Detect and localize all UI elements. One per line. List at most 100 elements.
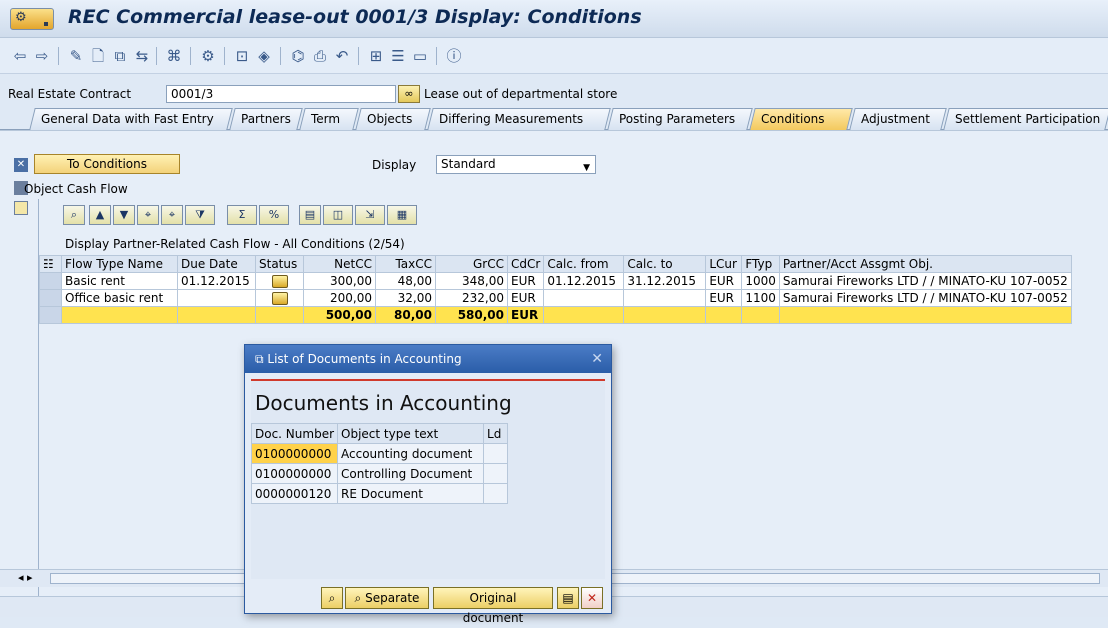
tab-general-data[interactable]: General Data with Fast Entry (29, 108, 233, 130)
display-change-icon[interactable]: ✎ (66, 46, 86, 66)
overview-icon[interactable]: ⌘ (164, 46, 184, 66)
column-lcur[interactable]: LCur (705, 255, 743, 273)
row-selector[interactable] (39, 306, 62, 324)
copy-icon[interactable]: ⧉ (110, 46, 130, 66)
row-selector[interactable] (39, 289, 62, 307)
back-icon[interactable]: ⇦ (10, 46, 30, 66)
tab-posting-parameters[interactable]: Posting Parameters (607, 108, 753, 130)
separate-button[interactable]: ⌕ Separate (345, 587, 429, 609)
object-cash-flow-label[interactable]: Object Cash Flow (24, 182, 128, 196)
tab-adjustment[interactable]: Adjustment (849, 108, 947, 130)
cancel-icon[interactable]: ✕ (581, 587, 603, 609)
table-row[interactable]: Basic rent 01.12.2015 300,00 48,00 348,0… (39, 272, 1072, 290)
original-document-button[interactable]: Original document (433, 587, 553, 625)
other-object-icon[interactable]: ⇆ (132, 46, 152, 66)
cell-ld (483, 483, 509, 504)
column-object-type[interactable]: Object type text (337, 423, 485, 444)
layout-icon[interactable]: ▭ (410, 46, 430, 66)
forward-icon[interactable]: ⇨ (32, 46, 52, 66)
column-status[interactable]: Status (255, 255, 304, 273)
cell-doc-number[interactable]: 0100000000 (250, 463, 339, 484)
info-icon[interactable]: ⓘ (444, 46, 464, 66)
tab-term[interactable]: Term (299, 108, 359, 130)
column-net[interactable]: NetCC (303, 255, 376, 273)
column-ftyp[interactable]: FTyp (741, 255, 780, 273)
contract-header: Real Estate Contract 0001/3 ∞ Lease out … (0, 84, 1108, 104)
contract-details-icon[interactable]: ∞ (398, 85, 420, 103)
dialog-window-icon: ⧉ (255, 352, 268, 366)
views-icon[interactable]: ◫ (323, 205, 353, 225)
column-tax[interactable]: TaxCC (375, 255, 436, 273)
filter-icon[interactable]: ⧩ (185, 205, 215, 225)
status-icon[interactable] (271, 275, 288, 288)
export-icon[interactable]: ⇲ (355, 205, 385, 225)
cell-doc-number[interactable]: 0100000000 (250, 443, 339, 464)
contract-description: Lease out of departmental store (424, 87, 618, 101)
find-next-icon[interactable]: ⌖ (161, 205, 183, 225)
close-icon[interactable]: ✕ (591, 345, 603, 373)
document-flow-icon[interactable]: ☰ (388, 46, 408, 66)
status-icon[interactable] (271, 292, 288, 305)
column-due-date[interactable]: Due Date (177, 255, 256, 273)
window-title: REC Commercial lease-out 0001/3 Display:… (68, 6, 642, 28)
system-menu-icon[interactable]: ⚙ (10, 8, 54, 30)
tab-settlement-participation[interactable]: Settlement Participation (943, 108, 1108, 130)
table-row[interactable]: 0000000120 RE Document (250, 483, 509, 504)
contract-number-field[interactable]: 0001/3 (166, 85, 396, 103)
dialog-title-bar[interactable]: ⧉ List of Documents in Accounting ✕ (245, 345, 611, 373)
sort-descending-icon[interactable]: ▼ (113, 205, 135, 225)
table-row[interactable]: Office basic rent 200,00 32,00 232,00 EU… (39, 289, 1072, 307)
select-all-icon[interactable]: ☷ (39, 255, 62, 273)
table-row[interactable]: 0100000000 Accounting document (250, 443, 509, 464)
tab-differing-measurements[interactable]: Differing Measurements (427, 108, 611, 130)
hierarchy-icon[interactable]: ⊞ (366, 46, 386, 66)
choose-icon[interactable]: ⌕ (321, 587, 343, 609)
settings-icon[interactable]: ⚙ (198, 46, 218, 66)
column-flow-type[interactable]: Flow Type Name (61, 255, 178, 273)
contract-label: Real Estate Contract (8, 87, 132, 101)
cell-status[interactable] (255, 289, 304, 307)
column-calc-to[interactable]: Calc. to (623, 255, 707, 273)
collapse-icon[interactable]: ✕ (14, 158, 28, 172)
cash-flow-icon[interactable] (14, 201, 28, 215)
simulate-icon[interactable]: ◈ (254, 46, 274, 66)
totals-row: 500,00 80,00 580,00 EUR (39, 306, 1072, 324)
tab-objects[interactable]: Objects (355, 108, 431, 130)
tab-conditions[interactable]: Conditions (749, 108, 853, 130)
total-gross: 580,00 (435, 306, 508, 324)
tab-partners[interactable]: Partners (229, 108, 303, 130)
cell-due-date (177, 289, 256, 307)
column-calc-from[interactable]: Calc. from (543, 255, 625, 273)
row-selector[interactable] (39, 272, 62, 290)
layout-grid-icon[interactable]: ▦ (387, 205, 417, 225)
create-icon[interactable]: 🗋 (88, 46, 108, 66)
check-icon[interactable]: ⊡ (232, 46, 252, 66)
scroll-arrows-icon[interactable]: ◂ ▸ (18, 571, 33, 584)
print-preview-icon[interactable]: ▤ (299, 205, 321, 225)
find-icon[interactable]: ⌖ (137, 205, 159, 225)
total-net: 500,00 (303, 306, 376, 324)
column-gross[interactable]: GrCC (435, 255, 508, 273)
column-ld[interactable]: Ld (483, 423, 509, 444)
total-icon[interactable]: Σ (227, 205, 257, 225)
print-icon[interactable]: ⎙ (310, 46, 330, 66)
subtotal-icon[interactable]: % (259, 205, 289, 225)
table-row[interactable]: 0100000000 Controlling Document (250, 463, 509, 484)
column-doc-number[interactable]: Doc. Number (250, 423, 339, 444)
cell-doc-number[interactable]: 0000000120 (250, 483, 339, 504)
column-partner[interactable]: Partner/Acct Assgmt Obj. (778, 255, 1072, 273)
history-icon[interactable]: ↶ (332, 46, 352, 66)
column-cdcr[interactable]: CdCr (506, 255, 545, 273)
details-icon[interactable]: ⌕ (63, 205, 85, 225)
cell-status[interactable] (255, 272, 304, 290)
related-objects-icon[interactable]: ⌬ (288, 46, 308, 66)
cell-calc-to (623, 289, 707, 307)
print-icon[interactable]: ▤ (557, 587, 579, 609)
cell-tax: 48,00 (375, 272, 436, 290)
cell-ftyp: 1100 (741, 289, 780, 307)
cell-partner: Samurai Fireworks LTD / / MINATO-KU 107-… (778, 289, 1072, 307)
to-conditions-button[interactable]: To Conditions (34, 154, 180, 174)
toolbar-separator (358, 47, 359, 65)
display-select[interactable]: Standard ▼ (436, 155, 596, 174)
sort-ascending-icon[interactable]: ▲ (89, 205, 111, 225)
